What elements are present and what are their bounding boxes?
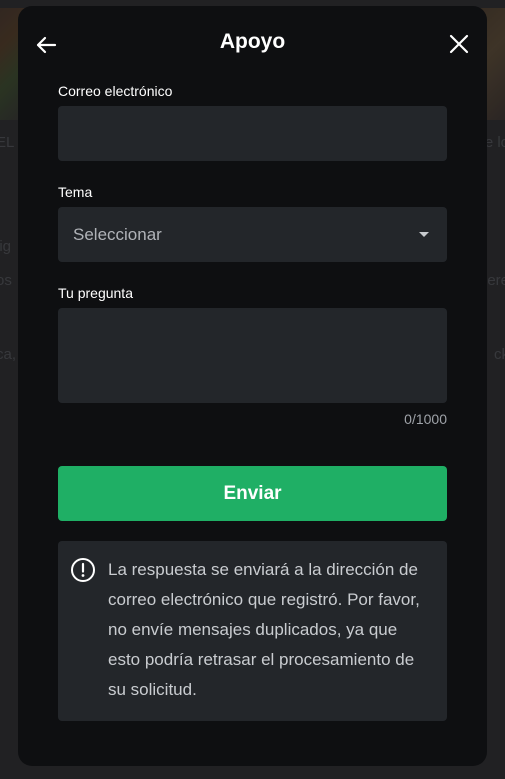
- question-field-group: Tu pregunta 0/1000: [58, 284, 447, 427]
- info-notice: La respuesta se enviará a la dirección d…: [58, 541, 447, 721]
- topic-selected-value: Seleccionar: [73, 224, 162, 244]
- email-label: Correo electrónico: [58, 83, 173, 99]
- character-counter: 0/1000: [404, 411, 447, 427]
- modal-header: Apoyo: [18, 6, 487, 82]
- topic-field-group: Tema Seleccionar: [58, 183, 447, 262]
- question-label: Tu pregunta: [58, 285, 133, 301]
- submit-button[interactable]: Enviar: [58, 466, 447, 521]
- email-field-group: Correo electrónico: [58, 82, 447, 161]
- question-textarea[interactable]: [58, 308, 447, 403]
- modal-title: Apoyo: [219, 30, 286, 53]
- notice-text: La respuesta se enviará a la dirección d…: [108, 560, 420, 699]
- email-field[interactable]: [58, 106, 447, 161]
- close-button[interactable]: [445, 30, 473, 58]
- close-icon: [449, 34, 469, 54]
- support-form: Correo electrónico Tema Seleccionar Tu p…: [58, 82, 447, 721]
- topic-select[interactable]: Seleccionar: [58, 207, 447, 262]
- support-modal: Apoyo Correo electrónico Tema Selecciona…: [18, 6, 487, 766]
- topic-label: Tema: [58, 184, 93, 200]
- info-circle-icon: [71, 558, 95, 582]
- caret-down-icon: [419, 232, 429, 237]
